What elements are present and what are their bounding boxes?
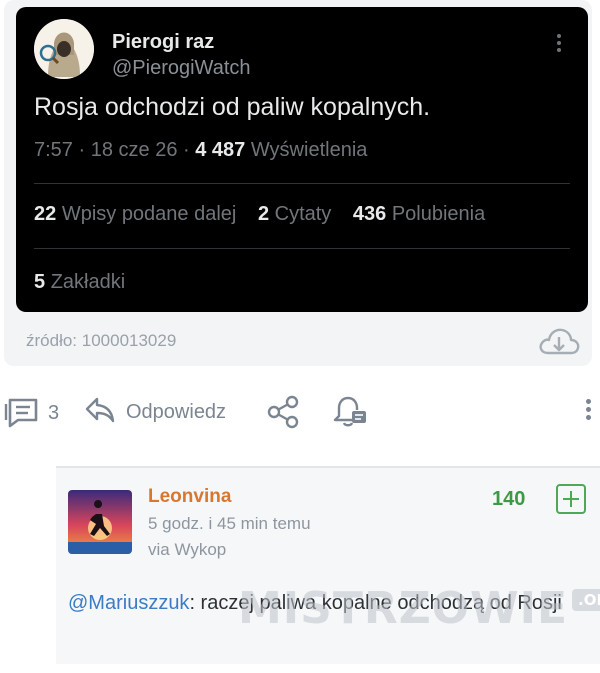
comments-icon[interactable] (4, 396, 40, 428)
avatar[interactable] (68, 490, 132, 554)
tweet-meta: 7:57 · 18 cze 26 · 4 487 Wyświetlenia (34, 139, 368, 161)
comment-body: : raczej paliwa kopalne odchodzą od Rosj… (189, 592, 562, 614)
tweet-date: 18 cze 26 (90, 139, 178, 161)
share-icon[interactable] (266, 394, 302, 430)
comments-count[interactable]: 3 (48, 402, 59, 425)
screen: Pierogi raz @PierogiWatch Rosja odchodzi… (0, 0, 600, 673)
mention-link[interactable]: @Mariuszzuk (68, 592, 189, 614)
bookmarks-count: 5 (34, 271, 46, 293)
plus-icon[interactable] (556, 484, 586, 514)
bookmarks-label: Zakładki (50, 271, 126, 293)
reply-arrow-icon[interactable] (84, 394, 116, 426)
comment-author[interactable]: Leonvina (148, 486, 231, 508)
divider (34, 183, 570, 184)
notification-bell-icon[interactable] (332, 394, 370, 430)
reply-button[interactable]: Odpowiedz (126, 401, 226, 424)
likes-label: Polubienia (391, 203, 486, 225)
tweet-bookmarks: 5 Zakładki (34, 271, 125, 294)
comment-card: Leonvina 5 godz. i 45 min temu via Wykop… (56, 466, 600, 664)
quotes-label: Cytaty (274, 203, 332, 225)
reposts-count: 22 (34, 203, 57, 225)
comment-via: via Wykop (148, 540, 227, 559)
comment-text: @Mariuszzuk: raczej paliwa kopalne odcho… (68, 588, 588, 618)
embed-card: Pierogi raz @PierogiWatch Rosja odchodzi… (4, 0, 592, 366)
source-label: źródło: 1000013029 (26, 331, 177, 350)
tweet-author-handle: @PierogiWatch (112, 57, 251, 79)
avatar-hooded-figure-icon (34, 19, 94, 79)
tweet-stats: 22 Wpisy podane dalej 2 Cytaty 436 Polub… (34, 203, 485, 226)
vote-count: 140 (492, 488, 526, 510)
tweet-views-count: 4 487 (195, 139, 246, 161)
tweet-text: Rosja odchodzi od paliw kopalnych. (34, 93, 431, 121)
reposts-label: Wpisy podane dalej (61, 203, 237, 225)
tweet-views-label: Wyświetlenia (250, 139, 368, 161)
tweet-screenshot: Pierogi raz @PierogiWatch Rosja odchodzi… (16, 7, 588, 312)
more-vertical-icon (550, 31, 568, 61)
more-vertical-icon[interactable] (582, 396, 594, 428)
divider (34, 248, 570, 249)
quotes-count: 2 (257, 203, 270, 225)
tweet-time: 7:57 (34, 139, 73, 161)
comment-time: 5 godz. i 45 min temu (148, 514, 311, 533)
likes-count: 436 (352, 203, 387, 225)
tweet-author-name: Pierogi raz (112, 31, 215, 53)
cloud-download-icon[interactable] (537, 325, 581, 359)
